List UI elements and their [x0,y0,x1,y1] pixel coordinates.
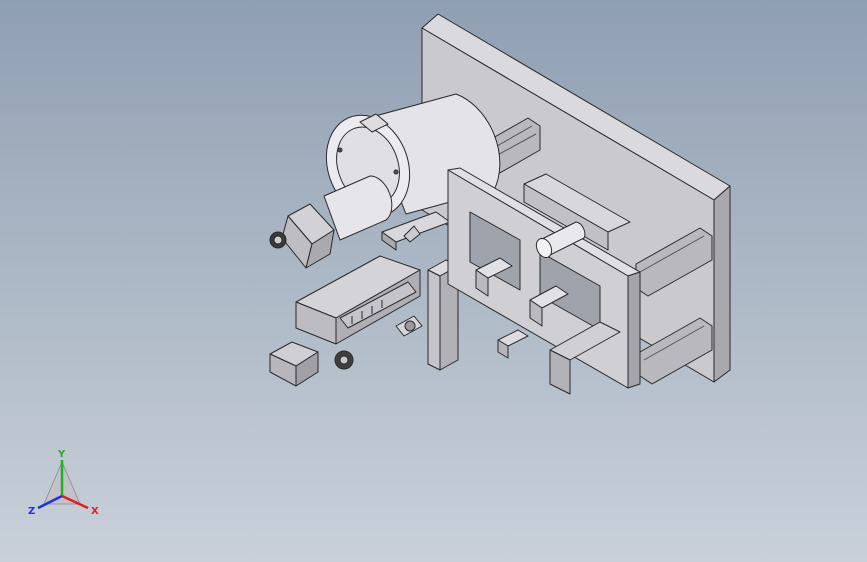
assembly-model[interactable] [0,0,867,562]
y-axis-label: Y [57,449,66,460]
stepper-motor-upper[interactable] [269,203,335,269]
x-axis-label: X [91,506,99,517]
coupling [395,315,423,337]
mounting-bracket [381,211,451,251]
stepper-motor-lower[interactable] [269,341,354,387]
z-axis-label: Z [28,506,35,517]
view-orientation-triad[interactable]: Y X Z [22,448,106,524]
cad-graphics-viewport[interactable]: Y X Z [0,0,867,562]
